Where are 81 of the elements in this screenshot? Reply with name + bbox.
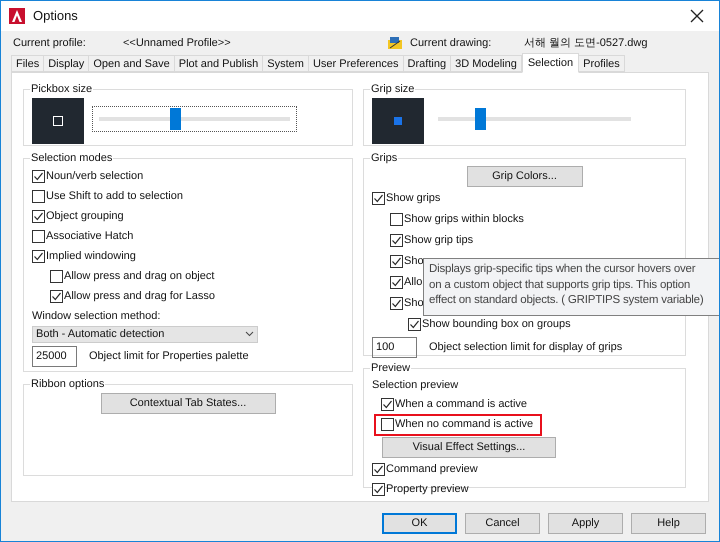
slider[interactable]: [99, 108, 290, 130]
field-label: Object selection limit for display of grips: [429, 340, 622, 355]
checkbox-label: When no command is active: [395, 417, 534, 432]
dropdown[interactable]: Both - Automatic detection: [32, 326, 258, 342]
checkbox-label: Allo: [404, 274, 422, 290]
checkbox-label: Show grips: [386, 190, 440, 206]
tab[interactable]: 3D Modeling: [451, 55, 522, 72]
checkbox[interactable]: [390, 254, 403, 268]
checkbox[interactable]: [32, 250, 45, 263]
group-title: Pickbox size: [30, 82, 94, 97]
checkbox-label: Noun/verb selection: [46, 169, 144, 184]
checkbox[interactable]: [32, 210, 45, 223]
checkbox-label: Associative Hatch: [46, 229, 134, 244]
checkbox[interactable]: [372, 483, 385, 496]
checkbox-label: Property preview: [386, 482, 469, 498]
app-logo-icon: [9, 8, 25, 24]
checkbox[interactable]: [408, 318, 421, 330]
checkbox[interactable]: [390, 276, 403, 288]
tab[interactable]: Files: [11, 55, 44, 72]
checkbox-label: Use Shift to add to selection: [46, 189, 183, 204]
slider-thumb[interactable]: [475, 108, 486, 130]
tab[interactable]: Selection: [522, 53, 580, 73]
input-field[interactable]: 25000: [32, 346, 77, 366]
group-title: Selection modes: [30, 151, 114, 166]
button[interactable]: Cancel: [465, 513, 540, 534]
drawing-name: 서해 월의 도면-0527.dwg: [524, 36, 648, 51]
button[interactable]: Visual Effect Settings...: [382, 436, 556, 458]
input-field[interactable]: 100: [372, 336, 417, 358]
checkbox-label: When a command is active: [395, 397, 528, 412]
slider[interactable]: [438, 108, 631, 130]
group-title: Ribbon options: [30, 377, 106, 392]
checkbox[interactable]: [32, 230, 45, 243]
checkbox-label: Allow press and drag for Lasso: [64, 289, 216, 304]
checkbox-label: Show grips within blocks: [404, 212, 524, 227]
pickbox-square-icon: [53, 116, 63, 126]
tab[interactable]: Drafting: [404, 55, 452, 72]
profile-name: <<Unnamed Profile>>: [123, 36, 232, 51]
window-title: Options: [33, 7, 78, 26]
tab[interactable]: Display: [44, 55, 90, 72]
group-title: Preview: [370, 361, 412, 376]
checkbox-label: Implied windowing: [46, 249, 136, 264]
tab[interactable]: Plot and Publish: [174, 55, 264, 72]
tooltip-text: Displays grip-specific tips when the cursor hovers over on a custom object that supports grip tips. This option effect on standard objects. ( GRIPTIPS system variable): [429, 262, 704, 308]
checkbox[interactable]: [381, 398, 394, 411]
checkbox[interactable]: [372, 463, 385, 476]
button[interactable]: OK: [382, 513, 457, 534]
group-title: Grip size: [370, 82, 416, 97]
profile-label: Current profile:: [13, 36, 87, 51]
tab[interactable]: Profiles: [579, 55, 625, 72]
checkbox[interactable]: [50, 290, 63, 303]
checkbox[interactable]: [372, 192, 385, 204]
checkbox-label: Sho: [404, 296, 424, 311]
checkbox-label: Sho: [404, 254, 424, 269]
checkbox[interactable]: [32, 190, 45, 203]
field-label: Object limit for Properties palette: [89, 348, 249, 364]
slider-thumb[interactable]: [170, 108, 182, 130]
field-label: Window selection method:: [32, 309, 162, 324]
tab[interactable]: User Preferences: [308, 55, 404, 72]
checkbox-label: Command preview: [386, 462, 478, 478]
section-label: Selection preview: [372, 378, 460, 394]
tab[interactable]: Open and Save: [89, 55, 175, 72]
checkbox-label: Show grip tips: [404, 232, 474, 248]
button[interactable]: Grip Colors...: [466, 166, 582, 186]
drawing-label: Current drawing:: [410, 36, 492, 51]
grip-square-icon: [394, 116, 402, 124]
drawing-icon: [387, 36, 403, 50]
button[interactable]: Contextual Tab States...: [100, 392, 276, 414]
checkbox[interactable]: [50, 270, 63, 283]
checkbox[interactable]: [390, 234, 403, 246]
checkbox-label: Object grouping: [46, 209, 124, 224]
button[interactable]: Apply: [548, 513, 623, 534]
checkbox[interactable]: [32, 170, 45, 183]
checkbox-label: Allow press and drag on object: [64, 269, 214, 284]
checkbox[interactable]: [390, 212, 403, 226]
checkbox[interactable]: [381, 418, 394, 431]
button[interactable]: Help: [631, 513, 706, 534]
group-title: Grips: [370, 151, 398, 166]
tab[interactable]: System: [263, 55, 309, 72]
caret-icon: [245, 331, 254, 337]
checkbox[interactable]: [390, 296, 403, 310]
checkbox-label: Show bounding box on groups: [422, 316, 571, 332]
